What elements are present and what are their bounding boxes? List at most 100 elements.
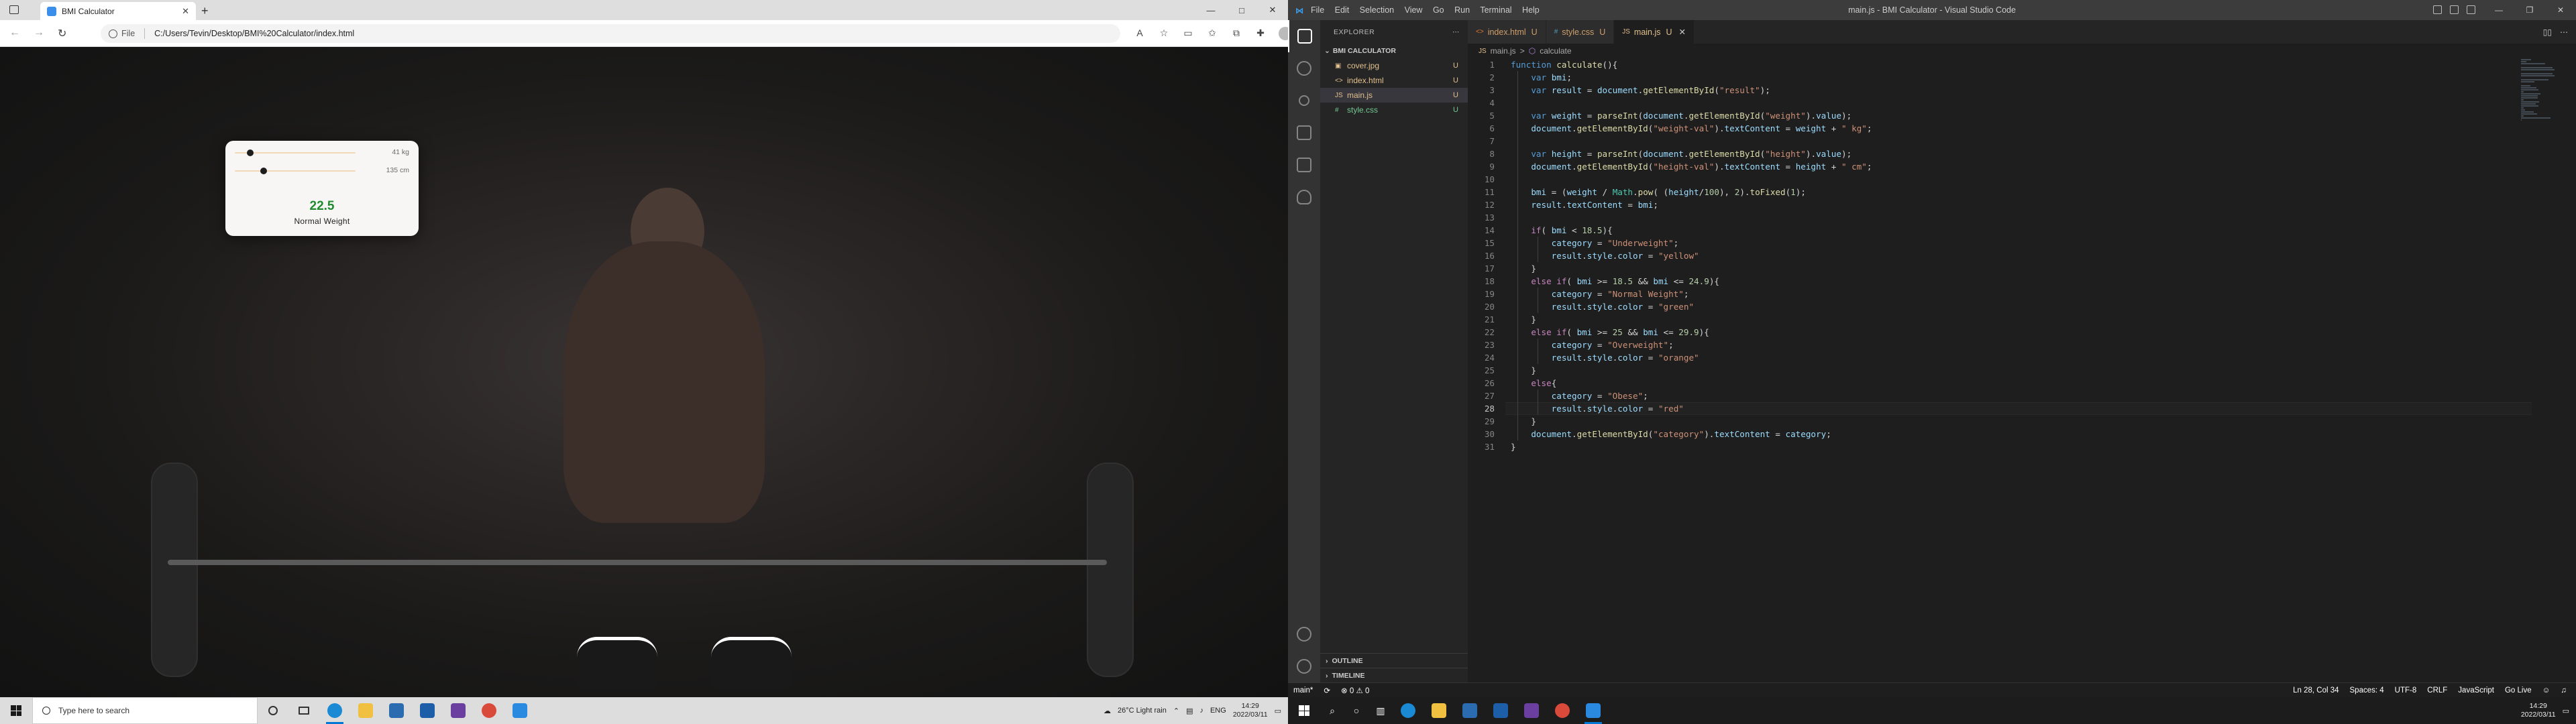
weight-slider[interactable] [235,149,356,156]
code-line[interactable]: else{ [1511,377,1556,389]
editor-tab[interactable]: JS main.js U ✕ [1614,20,1695,44]
height-slider-thumb[interactable] [260,168,268,174]
minimap[interactable] [2521,58,2561,121]
menu-file[interactable]: File [1311,5,1324,15]
language-mode[interactable]: JavaScript [2458,686,2494,695]
menu-edit[interactable]: Edit [1335,5,1350,15]
volume-icon[interactable]: ♪ [1199,707,1203,715]
refresh-icon[interactable]: ↻ [58,27,66,40]
menu-view[interactable]: View [1405,5,1423,15]
height-slider[interactable] [235,168,356,174]
code-line[interactable]: result.style.color = "orange" [1511,351,1699,364]
chrome-icon[interactable] [474,697,504,724]
explorer-file-item[interactable]: # style.css U [1320,103,1468,117]
code-line[interactable]: else if( bmi >= 18.5 && bmi <= 24.9){ [1511,275,1719,288]
explorer-file-item[interactable]: <> index.html U [1320,73,1468,88]
favorite-star-icon[interactable]: ☆ [1158,27,1170,39]
code-line[interactable]: function calculate(){ [1511,58,1617,71]
toggle-sidebar-icon[interactable] [2433,5,2442,14]
store-icon[interactable] [1454,697,1485,724]
tab-actions-icon[interactable] [9,5,19,14]
menu-go[interactable]: Go [1433,5,1444,15]
code-line[interactable]: else if( bmi >= 25 && bmi <= 29.9){ [1511,326,1709,339]
edge-taskbar-icon[interactable] [1393,697,1424,724]
chrome-icon[interactable] [1547,697,1578,724]
menu-help[interactable]: Help [1522,5,1540,15]
encoding[interactable]: UTF-8 [2395,686,2417,695]
accounts-activity[interactable] [1288,618,1320,650]
site-info-icon[interactable] [109,29,117,38]
branch-indicator[interactable]: main* [1293,686,1313,695]
menu-run[interactable]: Run [1454,5,1470,15]
vscode-close-button[interactable]: ✕ [2545,0,2576,20]
code-line[interactable]: if( bmi < 18.5){ [1511,224,1612,237]
explorer-activity[interactable] [1288,20,1320,52]
code-line[interactable]: document.getElementById("height-val").te… [1511,160,1872,173]
sync-icon[interactable]: ⟳ [1324,686,1330,695]
extensions-icon[interactable]: ✚ [1254,27,1267,39]
task-view-icon[interactable]: ▥ [1368,697,1393,724]
search-activity[interactable] [1288,52,1320,84]
new-tab-button[interactable]: + [201,4,209,18]
search-icon[interactable]: ⌕ [1320,697,1344,724]
editor-tab[interactable]: <> index.html U [1468,20,1546,44]
task-view-icon[interactable] [288,697,319,724]
code-line[interactable]: document.getElementById("category").text… [1511,428,1831,440]
cortana-icon[interactable]: ○ [1344,697,1368,724]
file-explorer-icon[interactable] [350,697,381,724]
code-line[interactable]: category = "Normal Weight"; [1511,288,1689,300]
code-line[interactable]: bmi = (weight / Math.pow( (height/100), … [1511,186,1806,198]
run-activity[interactable] [1288,117,1320,149]
clock[interactable]: 14:29 2022/03/11 [1233,702,1268,719]
close-button[interactable]: ✕ [1257,0,1288,20]
indentation[interactable]: Spaces: 4 [2350,686,2384,695]
weight-slider-thumb[interactable] [247,149,254,156]
problems-indicator[interactable]: ⊗ 0 ⚠ 0 [1341,686,1369,695]
scm-activity[interactable] [1288,84,1320,117]
code-line[interactable]: } [1511,313,1536,326]
clock[interactable]: 14:29 2022/03/11 [2521,702,2556,719]
visual-studio-icon[interactable] [443,697,474,724]
code-line[interactable]: } [1511,364,1536,377]
close-tab-icon[interactable]: ✕ [1679,27,1686,37]
code-line[interactable]: var bmi; [1511,71,1572,84]
toggle-secondary-sidebar-icon[interactable] [2467,5,2475,14]
code-line[interactable]: var result = document.getElementById("re… [1511,84,1770,97]
code-line[interactable]: category = "Obese"; [1511,389,1648,402]
weather-text[interactable]: 26°C Light rain [1118,707,1167,715]
minimize-button[interactable]: — [1195,0,1226,20]
file-explorer-icon[interactable] [1424,697,1454,724]
code-line[interactable]: } [1511,440,1516,453]
split-editor-icon[interactable]: ▯▯ [2543,27,2552,37]
bell-icon[interactable]: ♫ [2561,686,2567,695]
vscode-minimize-button[interactable]: — [2483,0,2514,20]
code-line[interactable]: var weight = parseInt(document.getElemen… [1511,109,1851,122]
explorer-more-icon[interactable]: ⋯ [1452,28,1460,36]
network-icon[interactable]: ▤ [1186,707,1193,715]
menu-terminal[interactable]: Terminal [1480,5,1511,15]
start-button[interactable] [0,697,32,724]
notification-icon[interactable]: ▭ [1275,707,1281,715]
code-line[interactable]: result.style.color = "red" [1511,402,1684,415]
collections-icon[interactable]: ⧉ [1230,27,1242,39]
code-line[interactable]: category = "Underweight"; [1511,237,1679,249]
visual-studio-icon[interactable] [1516,697,1547,724]
explorer-file-item[interactable]: ▣ cover.jpg U [1320,58,1468,73]
taskbar-search[interactable]: Type here to search [32,697,258,724]
start-button[interactable] [1288,697,1320,724]
outline-section[interactable]: › OUTLINE [1320,653,1468,668]
code-line[interactable]: } [1511,262,1536,275]
timeline-section[interactable]: › TIMELINE [1320,668,1468,682]
docker-activity[interactable] [1288,181,1320,213]
read-aloud-icon[interactable]: A [1134,27,1146,39]
toggle-panel-icon[interactable] [2450,5,2459,14]
explorer-file-item[interactable]: JS main.js U [1320,88,1468,103]
line-ending[interactable]: CRLF [2427,686,2447,695]
tray-chevron-icon[interactable]: ⌃ [1173,707,1179,715]
menu-selection[interactable]: Selection [1360,5,1394,15]
address-bar[interactable]: File C:/Users/Tevin/Desktop/BMI%20Calcul… [101,24,1120,43]
cursor-position[interactable]: Ln 28, Col 34 [2293,686,2339,695]
vscode-taskbar-icon[interactable] [504,697,535,724]
code-line[interactable]: category = "Overweight"; [1511,339,1674,351]
mail-icon[interactable] [412,697,443,724]
